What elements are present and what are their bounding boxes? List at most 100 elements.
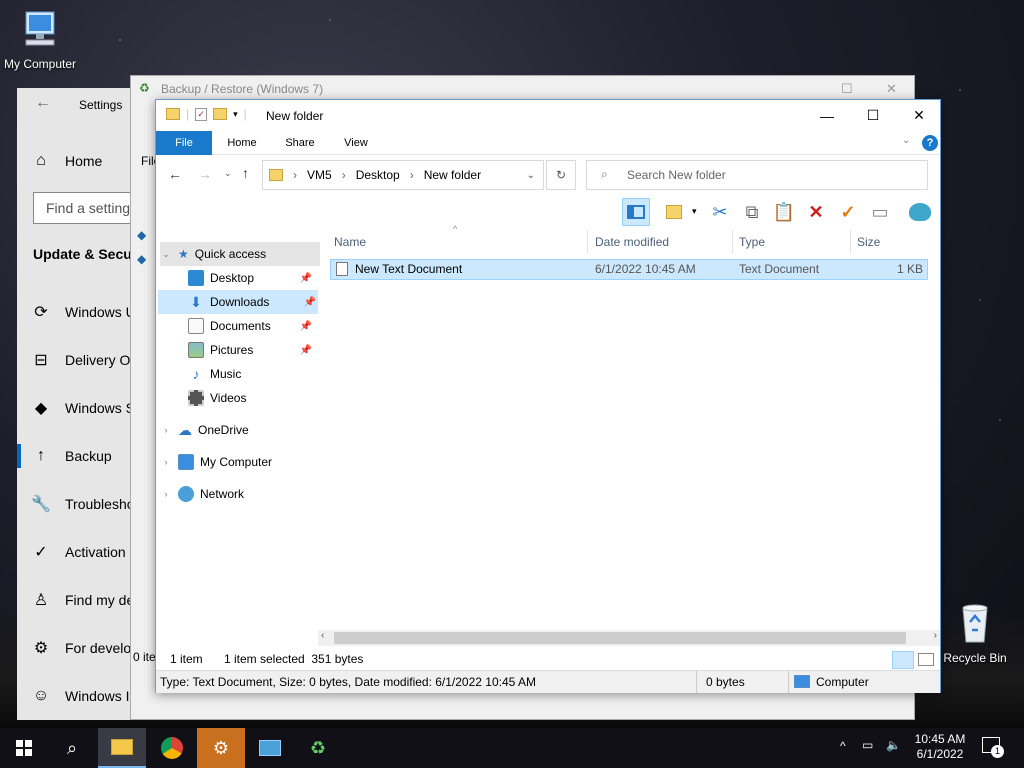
pin-icon[interactable]: 📌	[304, 297, 316, 308]
taskbar: ⌕ ⚙ ♻ ^ ▭ 🔈 10:45 AM 6/1/2022 1	[0, 728, 1024, 768]
start-button[interactable]	[0, 728, 48, 768]
breadcrumb-segment[interactable]: New folder	[424, 168, 481, 182]
expand-ribbon-icon[interactable]: ⌄	[902, 135, 910, 146]
ribbon-tabs: File Home Share View ⌄ ?	[156, 131, 940, 155]
minimize-button[interactable]: —	[804, 100, 850, 131]
file-explorer-window[interactable]: | ✓ ▾ | New folder — ☐ ✕ File Home Share…	[155, 99, 941, 693]
home-icon: ⌂	[36, 152, 46, 169]
cut-button[interactable]: ✂	[706, 198, 734, 226]
chevron-down-icon[interactable]: ▾	[692, 206, 697, 217]
properties-button[interactable]: ▭	[866, 198, 894, 226]
nav-documents[interactable]: Documents 📌	[188, 314, 348, 338]
clock[interactable]: 10:45 AM 6/1/2022	[912, 732, 968, 762]
gear-icon: ⚙	[212, 737, 230, 758]
help-icon[interactable]: ?	[922, 135, 938, 151]
nav-network[interactable]: › Network	[160, 482, 320, 506]
delete-button[interactable]: ✕	[802, 198, 830, 226]
scroll-right-icon[interactable]: ›	[934, 630, 937, 641]
desktop-icon-label: Recycle Bin	[943, 651, 1007, 665]
nav-onedrive[interactable]: › ☁ OneDrive	[160, 418, 320, 442]
nav-videos[interactable]: Videos	[188, 386, 348, 410]
shell-icon	[909, 203, 931, 221]
taskbar-file-explorer[interactable]	[98, 728, 146, 768]
table-row[interactable]: New Text Document 6/1/2022 10:45 AM Text…	[330, 259, 928, 280]
new-item-button[interactable]	[660, 198, 688, 226]
uac-shield-icon: ◆	[137, 228, 147, 242]
column-header-type[interactable]: Type	[733, 230, 851, 254]
chevron-up-icon[interactable]: ^	[840, 739, 846, 753]
file-list[interactable]: ^ Name Date modified Type Size New Text …	[328, 224, 940, 630]
nav-downloads[interactable]: ⬇ Downloads 📌	[158, 290, 318, 314]
desktop-icon-recycle-bin[interactable]: Recycle Bin	[940, 602, 1010, 665]
nav-quick-access[interactable]: ⌄ ★ Quick access	[160, 242, 320, 266]
nav-label: Home	[65, 153, 103, 169]
maximize-icon[interactable]: ☐	[841, 81, 853, 97]
nav-label: Backup	[65, 448, 112, 464]
nav-label: Activation	[65, 544, 126, 560]
volume-icon[interactable]: 🔈	[886, 738, 901, 752]
computer-icon	[794, 675, 810, 688]
text-file-icon	[336, 262, 348, 276]
pin-icon[interactable]: 📌	[300, 321, 312, 332]
details-view-icon[interactable]	[892, 651, 914, 669]
nav-desktop[interactable]: Desktop 📌	[188, 266, 348, 290]
check-circle-icon: ✓	[34, 544, 48, 561]
forward-icon[interactable]: →	[198, 166, 212, 182]
column-header-size[interactable]: Size	[851, 230, 931, 254]
close-icon[interactable]: ✕	[886, 81, 897, 97]
properties-icon[interactable]: ✓	[195, 107, 208, 121]
windows-logo-icon	[16, 740, 32, 756]
shell-button[interactable]	[906, 198, 934, 226]
new-folder-icon[interactable]	[213, 108, 228, 120]
copy-button[interactable]: ⧉	[738, 198, 766, 226]
up-icon[interactable]: ↑	[242, 165, 249, 181]
back-icon[interactable]: ←	[168, 166, 182, 182]
network-icon[interactable]: ▭	[862, 738, 873, 752]
folder-icon	[269, 169, 283, 181]
details-size: 0 bytes	[706, 675, 745, 689]
breadcrumb-segment[interactable]: Desktop	[356, 168, 400, 182]
explorer-title-bar[interactable]: | ✓ ▾ | New folder — ☐ ✕	[156, 100, 940, 131]
nav-label: Videos	[210, 391, 247, 405]
pin-icon[interactable]: 📌	[300, 345, 312, 356]
taskbar-control-panel[interactable]	[246, 728, 294, 768]
taskbar-settings[interactable]: ⚙	[197, 728, 245, 768]
settings-title: Settings	[79, 98, 123, 112]
large-icons-view-icon[interactable]	[918, 653, 934, 666]
chevron-down-icon[interactable]: ⌄	[527, 170, 535, 181]
tab-home[interactable]: Home	[214, 131, 270, 155]
pictures-icon	[188, 342, 204, 358]
scrollbar-thumb[interactable]	[334, 632, 906, 644]
nav-label: My Computer	[200, 455, 273, 469]
nav-music[interactable]: ♪ Music	[188, 362, 348, 386]
breadcrumb-segment[interactable]: VM5	[307, 168, 332, 182]
tab-share[interactable]: Share	[272, 131, 328, 155]
tab-file[interactable]: File	[156, 131, 212, 155]
search-button[interactable]: ⌕	[48, 728, 96, 768]
maximize-button[interactable]: ☐	[850, 100, 896, 131]
preview-pane-button[interactable]	[622, 198, 650, 226]
details-bar: Type: Text Document, Size: 0 bytes, Date…	[156, 670, 940, 693]
nav-label: Find my de	[65, 592, 135, 608]
search-input[interactable]: ⌕ Search New folder	[586, 160, 928, 190]
customize-dropdown-icon[interactable]: ▾	[233, 109, 238, 120]
pin-icon[interactable]: 📌	[300, 273, 312, 284]
nav-pictures[interactable]: Pictures 📌	[188, 338, 348, 362]
back-arrow-icon[interactable]: ←	[35, 94, 51, 112]
taskbar-chrome[interactable]	[148, 728, 196, 768]
paste-button[interactable]: 📋	[770, 198, 798, 226]
desktop-icon-my-computer[interactable]: My Computer	[2, 10, 78, 71]
horizontal-scrollbar[interactable]: ‹ ›	[318, 630, 940, 646]
scroll-left-icon[interactable]: ‹	[321, 630, 324, 641]
nav-my-computer[interactable]: › My Computer	[160, 450, 320, 474]
column-header-date[interactable]: Date modified	[589, 230, 733, 254]
rename-button[interactable]: ✓	[834, 198, 862, 226]
recycle-bin-icon	[962, 604, 988, 643]
tab-view[interactable]: View	[328, 131, 384, 155]
close-button[interactable]: ✕	[896, 100, 942, 131]
refresh-button[interactable]: ↻	[546, 160, 576, 190]
column-header-name[interactable]: Name	[328, 230, 588, 254]
taskbar-backup[interactable]: ♻	[294, 728, 342, 768]
recent-locations-icon[interactable]: ⌄	[224, 168, 232, 179]
address-bar[interactable]: › VM5 › Desktop › New folder ⌄	[262, 160, 544, 190]
